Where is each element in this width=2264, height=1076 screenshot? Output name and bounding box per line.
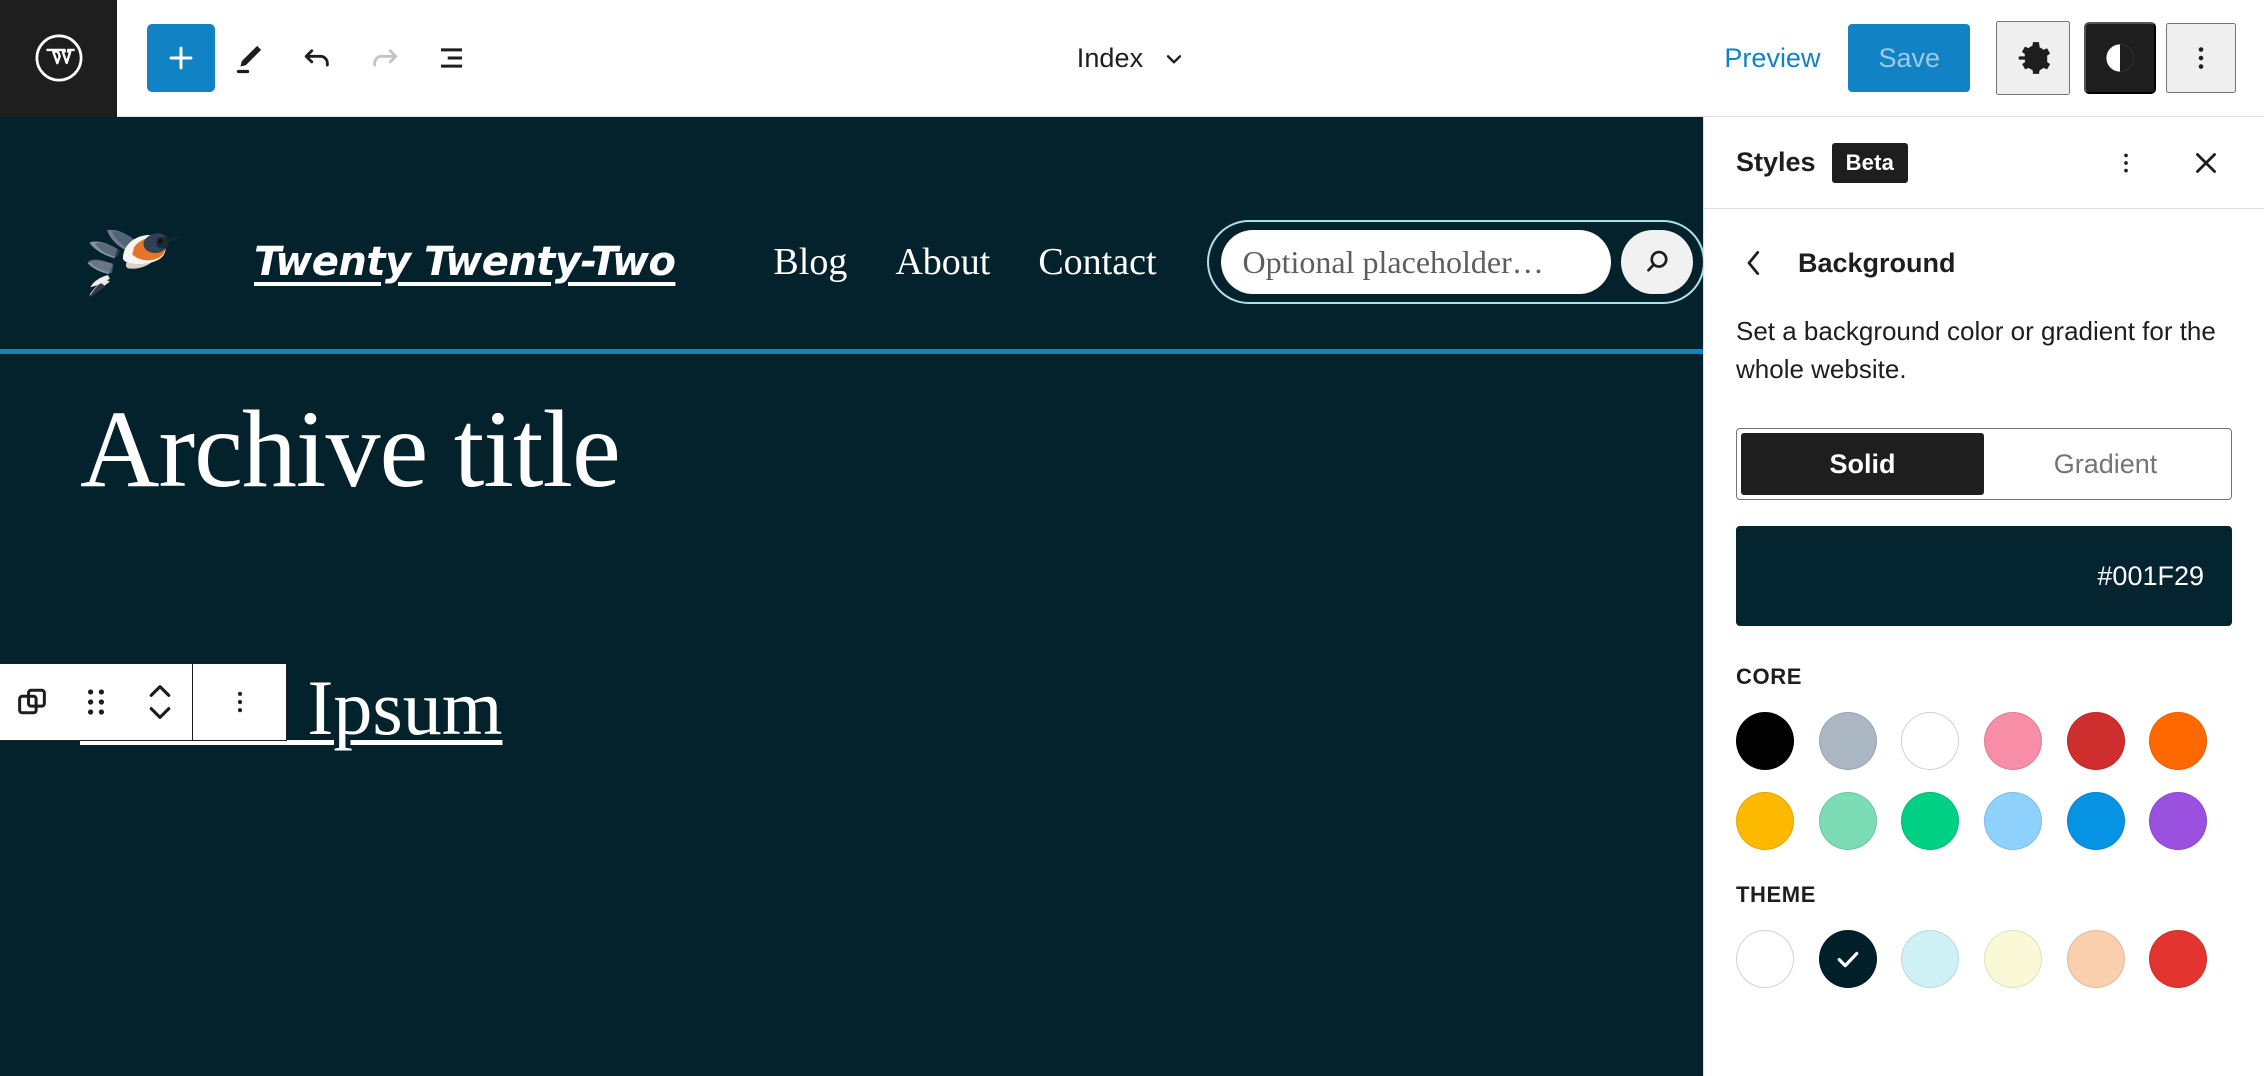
panel-navigation-row: Background — [1736, 243, 2232, 283]
redo-button[interactable] — [351, 24, 419, 92]
color-swatch-light-green-cyan[interactable] — [1819, 792, 1877, 850]
search-submit-button[interactable] — [1621, 230, 1693, 294]
ellipsis-vertical-icon — [2186, 43, 2216, 73]
drag-handle-button[interactable] — [64, 664, 128, 740]
color-swatch-background-dark[interactable] — [1819, 930, 1877, 988]
color-swatch-vivid-red[interactable] — [2067, 712, 2125, 770]
site-editor-app: Index Preview Save — [0, 0, 2264, 1076]
editor-top-toolbar: Index Preview Save — [0, 0, 2264, 117]
wordpress-logo-button[interactable] — [0, 0, 117, 117]
tab-solid[interactable]: Solid — [1741, 433, 1984, 495]
plus-icon — [164, 41, 198, 75]
styles-panel-title: Styles — [1736, 147, 1816, 178]
edit-tools-button[interactable] — [215, 24, 283, 92]
color-swatch-secondary-light-yellow[interactable] — [1984, 930, 2042, 988]
core-palette-label: CORE — [1736, 664, 2232, 690]
color-swatch-tertiary-peach[interactable] — [2067, 930, 2125, 988]
color-swatch-vivid-purple[interactable] — [2149, 792, 2207, 850]
styles-sidebar-header: Styles Beta — [1704, 117, 2264, 209]
hummingbird-logo-icon[interactable] — [80, 206, 192, 318]
add-block-button[interactable] — [147, 24, 215, 92]
beta-badge: Beta — [1832, 143, 1909, 183]
color-swatch-luminous-vivid-amber[interactable] — [1736, 792, 1794, 850]
editor-more-menu-button[interactable] — [2166, 23, 2236, 93]
toolbar-left-group — [117, 24, 487, 92]
color-swatch-vivid-cyan-blue[interactable] — [2067, 792, 2125, 850]
styles-toggle-button[interactable] — [2084, 22, 2156, 94]
document-title-dropdown[interactable]: Index — [1077, 43, 1188, 74]
list-view-button[interactable] — [419, 24, 487, 92]
editor-body: Twenty Twenty-Two Blog About Contact — [0, 117, 2264, 1076]
editor-canvas: Twenty Twenty-Two Blog About Contact — [0, 117, 1703, 1076]
search-icon — [1640, 245, 1674, 279]
move-up-down-button[interactable] — [128, 664, 192, 740]
settings-button[interactable] — [1996, 21, 2070, 95]
site-navigation: Blog About Contact — [773, 240, 1156, 284]
color-swatch-white[interactable] — [1901, 712, 1959, 770]
search-block — [1207, 220, 1703, 304]
undo-icon — [299, 40, 335, 76]
close-sidebar-button[interactable] — [2174, 131, 2238, 195]
undo-button[interactable] — [283, 24, 351, 92]
core-swatch-grid — [1736, 712, 2232, 850]
color-swatch-foreground-white[interactable] — [1736, 930, 1794, 988]
color-swatch-cyan-bluish-gray[interactable] — [1819, 712, 1877, 770]
save-button[interactable]: Save — [1848, 24, 1970, 92]
color-type-tabs: Solid Gradient — [1736, 428, 2232, 500]
pencil-icon — [231, 40, 267, 76]
wordpress-logo-icon — [33, 32, 85, 84]
chevron-down-icon — [1161, 46, 1187, 72]
color-swatch-primary-light-cyan[interactable] — [1901, 930, 1959, 988]
preview-link[interactable]: Preview — [1724, 43, 1820, 74]
block-options-button[interactable] — [192, 664, 286, 740]
color-swatch-quaternary-red[interactable] — [2149, 930, 2207, 988]
site-header-block[interactable]: Twenty Twenty-Two Blog About Contact — [0, 117, 1703, 347]
color-swatch-luminous-vivid-orange[interactable] — [2149, 712, 2207, 770]
block-type-button[interactable] — [0, 664, 64, 740]
archive-title: Archive title — [80, 354, 1623, 513]
styles-sidebar-body: Background Set a background color or gra… — [1704, 209, 2264, 1020]
selected-color-preview[interactable]: #001F29 — [1736, 526, 2232, 626]
color-swatch-vivid-green-cyan[interactable] — [1901, 792, 1959, 850]
tab-gradient[interactable]: Gradient — [1984, 433, 2227, 495]
group-block-icon — [13, 683, 51, 721]
close-icon — [2190, 147, 2222, 179]
drag-handle-icon — [81, 685, 111, 719]
theme-palette-group: THEME — [1736, 882, 2232, 988]
list-view-icon — [435, 40, 471, 76]
theme-swatch-grid — [1736, 930, 2232, 988]
document-title-label: Index — [1077, 43, 1144, 74]
background-panel-description: Set a background color or gradient for t… — [1736, 313, 2232, 388]
selected-color-hex: #001F29 — [2097, 561, 2204, 592]
background-panel-title: Background — [1798, 248, 1956, 279]
color-swatch-black[interactable] — [1736, 712, 1794, 770]
color-swatch-pale-pink[interactable] — [1984, 712, 2042, 770]
styles-more-menu-button[interactable] — [2094, 131, 2158, 195]
ellipsis-vertical-icon — [226, 688, 254, 716]
search-input[interactable] — [1221, 230, 1611, 294]
ellipsis-vertical-icon — [2113, 150, 2139, 176]
site-title-link[interactable]: Twenty Twenty-Two — [254, 239, 675, 285]
color-swatch-pale-cyan-blue[interactable] — [1984, 792, 2042, 850]
move-up-down-icon — [144, 680, 176, 724]
styles-sidebar: Styles Beta — [1703, 117, 2264, 1076]
redo-icon — [367, 40, 403, 76]
block-toolbar — [0, 663, 287, 741]
theme-palette-label: THEME — [1736, 882, 2232, 908]
back-button[interactable] — [1736, 243, 1772, 283]
toolbar-right-group: Preview Save — [1724, 21, 2264, 95]
nav-link-contact[interactable]: Contact — [1038, 240, 1156, 284]
nav-link-blog[interactable]: Blog — [773, 240, 847, 284]
chevron-left-icon — [1742, 248, 1766, 278]
gear-icon — [2014, 39, 2052, 77]
nav-link-about[interactable]: About — [895, 240, 990, 284]
check-icon — [1833, 944, 1863, 974]
core-palette-group: CORE — [1736, 664, 2232, 850]
contrast-half-circle-icon — [2101, 39, 2139, 77]
